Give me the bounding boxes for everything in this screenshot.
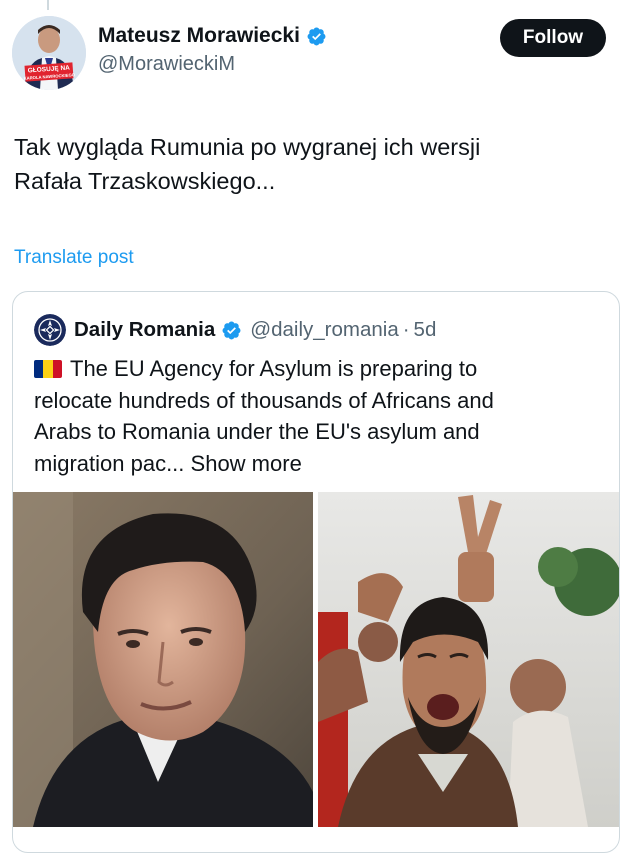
post-text-line: Tak wygląda Rumunia po wygranej ich wers… bbox=[14, 134, 481, 160]
quote-display-name[interactable]: Daily Romania bbox=[74, 318, 215, 342]
author-handle[interactable]: @MorawieckiM bbox=[98, 53, 327, 76]
quote-text-content: The EU Agency for Asylum is preparing to bbox=[70, 356, 478, 381]
post-text-line: Rafała Trzaskowskiego... bbox=[14, 168, 276, 194]
post-text: Tak wygląda Rumunia po wygranej ich wers… bbox=[14, 130, 614, 198]
flag-stripe bbox=[43, 360, 53, 378]
quote-header: Daily Romania @daily_romania · 5d bbox=[34, 314, 436, 346]
quote-media bbox=[13, 492, 619, 852]
translate-post-link[interactable]: Translate post bbox=[14, 247, 134, 269]
quote-text-line: Arabs to Romania under the EU's asylum a… bbox=[34, 419, 480, 444]
show-more-link[interactable]: Show more bbox=[191, 451, 302, 476]
quote-separator: · bbox=[402, 318, 410, 341]
quote-timestamp[interactable]: 5d bbox=[414, 318, 437, 342]
verified-badge-icon[interactable] bbox=[306, 26, 327, 47]
romania-flag-icon bbox=[34, 360, 62, 378]
author-block: Mateusz Morawiecki @MorawieckiM bbox=[98, 24, 327, 76]
quote-handle[interactable]: @daily_romania bbox=[250, 318, 398, 342]
portrait-photo bbox=[13, 492, 313, 827]
flag-stripe bbox=[52, 360, 62, 378]
daily-romania-logo-icon[interactable] bbox=[34, 314, 66, 346]
author-display-name[interactable]: Mateusz Morawiecki bbox=[98, 24, 300, 48]
quote-verified-badge-icon bbox=[222, 321, 241, 339]
follow-button[interactable]: Follow bbox=[500, 19, 606, 57]
quote-text-line: migration pac... Show more bbox=[34, 448, 604, 480]
avatar-photo: GŁOSUJĘ NA KAROLA NAWROCKIEGO bbox=[12, 16, 86, 90]
quote-text: The EU Agency for Asylum is preparing to… bbox=[34, 353, 604, 479]
quote-text-line: relocate hundreds of thousands of Africa… bbox=[34, 387, 494, 413]
media-image-crowd[interactable] bbox=[318, 492, 619, 827]
flag-stripe bbox=[34, 360, 44, 378]
quote-text-content: migration pac... bbox=[34, 450, 185, 476]
quoted-post[interactable]: Daily Romania @daily_romania · 5d The EU… bbox=[12, 291, 620, 853]
quote-text-line: The EU Agency for Asylum is preparing to bbox=[34, 353, 604, 385]
media-image-portrait[interactable] bbox=[13, 492, 313, 827]
avatar[interactable]: GŁOSUJĘ NA KAROLA NAWROCKIEGO bbox=[12, 16, 86, 90]
crowd-photo bbox=[318, 492, 619, 827]
thread-connector-line bbox=[47, 0, 49, 10]
